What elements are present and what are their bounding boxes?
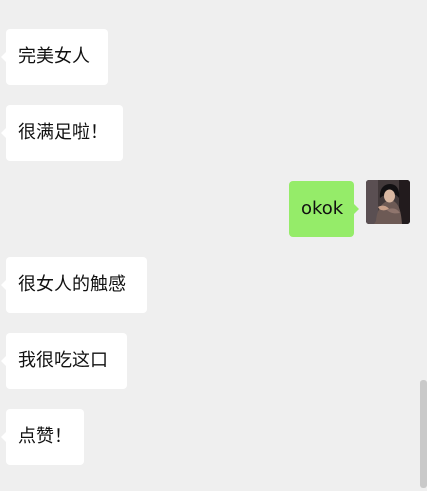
chat-message-list: 完美女人 很满足啦！ okok 很女人的触感 我很吃这口 点赞！	[0, 0, 427, 491]
outgoing-message-bubble[interactable]: okok	[289, 181, 359, 237]
scrollbar-thumb[interactable]	[420, 380, 427, 488]
avatar-photo-icon	[366, 180, 410, 224]
incoming-message-bubble[interactable]: 我很吃这口	[1, 333, 127, 389]
incoming-message-bubble[interactable]: 很满足啦！	[1, 105, 123, 161]
incoming-message-bubble[interactable]: 完美女人	[1, 29, 108, 85]
incoming-message-bubble[interactable]: 很女人的触感	[1, 257, 147, 313]
user-avatar[interactable]	[366, 180, 410, 224]
incoming-message-bubble[interactable]: 点赞！	[1, 409, 84, 465]
